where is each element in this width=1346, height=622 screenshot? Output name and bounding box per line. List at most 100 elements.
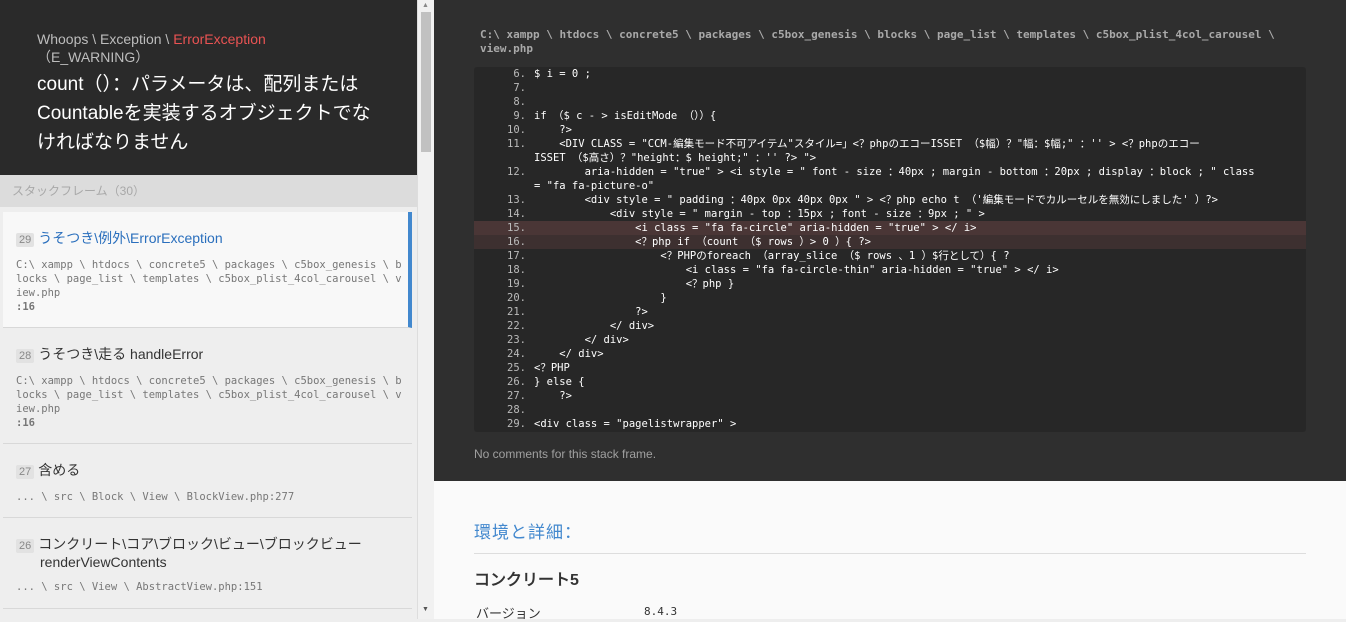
code-line: 20. } bbox=[474, 291, 1306, 305]
exception-message: count（）：パラメータは、配列またはCountableを実装するオブジェクト… bbox=[37, 74, 371, 153]
line-number: 9. bbox=[513, 110, 526, 122]
frame-index: 26 bbox=[16, 539, 35, 553]
line-source: <div style = " padding ：40px 0px 40px 0p… bbox=[534, 194, 1219, 206]
code-line: 22. </ div> bbox=[474, 319, 1306, 333]
frame-line: :16 bbox=[16, 417, 35, 429]
frame-file-path: C:\ xampp \ htdocs \ concrete5 \ package… bbox=[16, 375, 402, 415]
line-source: if （$ c - > isEditMode （））{ bbox=[534, 110, 717, 122]
line-source: <DIV CLASS = "CCM-編集モード不可アイテム"スタイル=」<？ph… bbox=[534, 138, 1200, 150]
stack-frame[interactable]: 26 コンクリート\コア\ブロック\ビュー\ブロックビュー renderViewC… bbox=[3, 518, 412, 609]
environment-title: 環境と詳細： bbox=[474, 523, 582, 542]
code-line: 8. bbox=[474, 95, 1306, 109]
line-source: ISSET （$高さ）？"height：$ height;" ：'' ?> "> bbox=[534, 152, 817, 164]
code-line: 10. ?> bbox=[474, 123, 1306, 137]
scroll-down-icon[interactable]: ▼ bbox=[422, 606, 429, 613]
exception-class-name: ErrorException bbox=[173, 31, 266, 47]
code-block: 6. $ i = 0 ; 7. 8. 9. if （$ c - > isEditMode … bbox=[474, 67, 1306, 432]
frame-class: うそつき\例外\ErrorException bbox=[38, 230, 223, 246]
code-line: 26.} else { bbox=[474, 375, 1306, 389]
code-line: 18. <i class = "fa fa-circle-thin" aria-… bbox=[474, 263, 1306, 277]
code-line: 19. <？php } bbox=[474, 277, 1306, 291]
stack-panel: Whoops \ Exception \ ErrorException （E_W… bbox=[0, 0, 417, 619]
code-line: 9. if （$ c - > isEditMode （））{ bbox=[474, 109, 1306, 123]
line-number: 12. bbox=[507, 166, 526, 178]
code-line: 6. $ i = 0 ; bbox=[474, 67, 1306, 81]
line-number: 28. bbox=[507, 404, 526, 416]
code-line: 11. <DIV CLASS = "CCM-編集モード不可アイテム"スタイル=」… bbox=[474, 137, 1306, 151]
stack-frame[interactable]: 27 含める ... \ src \ Block \ View \ BlockVi… bbox=[3, 444, 412, 518]
stack-frame[interactable]: 28 うそつき\走る handleError C:\ xampp \ htdocs… bbox=[3, 328, 412, 444]
line-number: 20. bbox=[507, 292, 526, 304]
line-number: 27. bbox=[507, 390, 526, 402]
line-number: 6. bbox=[513, 68, 526, 80]
code-line: 12. aria-hidden = "true" > <i style = " … bbox=[474, 165, 1306, 179]
line-source: <？PHPのforeach （array_slice （$ rows 、1 ）$… bbox=[534, 250, 1010, 262]
code-line: 17. <？PHPのforeach （array_slice （$ rows 、… bbox=[474, 249, 1306, 263]
line-source: } else { bbox=[534, 376, 585, 388]
line-source: </ div> bbox=[534, 348, 604, 360]
line-source: <？php } bbox=[534, 278, 735, 290]
version-label: バージョン bbox=[476, 606, 541, 621]
divider bbox=[474, 553, 1306, 554]
environment-section-title: コンクリート5 bbox=[474, 572, 579, 589]
exception-class: Whoops \ Exception \ ErrorException （E_W… bbox=[37, 30, 397, 66]
line-number: 11. bbox=[507, 138, 526, 150]
line-number: 25. bbox=[507, 362, 526, 374]
line-source: <i class = "fa fa-circle" aria-hidden = … bbox=[534, 222, 977, 234]
code-line: 23. </ div> bbox=[474, 333, 1306, 347]
code-line: 7. bbox=[474, 81, 1306, 95]
code-line: = "fa fa-picture-o" bbox=[474, 179, 1306, 193]
line-number: 14. bbox=[507, 208, 526, 220]
frame-class: コンクリート\コア\ブロック\ビュー\ブロックビュー bbox=[38, 536, 362, 552]
frame-title: 29 うそつき\例外\ErrorException bbox=[16, 228, 223, 248]
frame-file: C:\ xampp \ htdocs \ concrete5 \ package… bbox=[16, 374, 404, 430]
code-line: 25. <？PHP bbox=[474, 361, 1306, 375]
scrollbar-thumb[interactable] bbox=[421, 12, 431, 152]
frame-file: ... \ src \ View \ AbstractView.php:151 bbox=[16, 581, 263, 593]
scroll-up-icon[interactable]: ▲ bbox=[422, 2, 429, 9]
line-source: </ div> bbox=[534, 334, 629, 346]
code-line: 15. <i class = "fa fa-circle" aria-hidde… bbox=[474, 221, 1306, 235]
frame-comment: No comments for this stack frame. bbox=[474, 447, 657, 461]
frame-class: うそつき\走る handleError bbox=[38, 346, 204, 362]
line-source: ?> bbox=[534, 306, 648, 318]
line-source: </ div> bbox=[534, 320, 655, 332]
frame-file-path: C:\ xampp \ htdocs \ concrete5 \ package… bbox=[16, 259, 402, 299]
line-number: 22. bbox=[507, 320, 526, 332]
line-number: 29. bbox=[507, 418, 526, 430]
code-line: 24. </ div> bbox=[474, 347, 1306, 361]
frame-index: 27 bbox=[16, 465, 35, 479]
code-line: 14. <div style = " margin - top ：15px ; … bbox=[474, 207, 1306, 221]
line-number: 16. bbox=[507, 236, 526, 248]
environment-panel: 環境と詳細： コンクリート5 バージョン 8.4.3 bbox=[434, 481, 1346, 621]
line-source: } bbox=[534, 292, 667, 304]
line-source: <div style = " margin - top ：15px ; font… bbox=[534, 208, 985, 220]
line-source: ?> bbox=[534, 124, 572, 136]
frame-file: ... \ src \ Block \ View \ BlockView.php… bbox=[16, 491, 295, 503]
code-line: 28. bbox=[474, 403, 1306, 417]
line-number: 8. bbox=[513, 96, 526, 108]
frame-line: :16 bbox=[16, 301, 35, 313]
line-source: = "fa fa-picture-o" bbox=[534, 180, 655, 192]
code-line: ISSET （$高さ）？"height：$ height;" ：'' ?> "> bbox=[474, 151, 1306, 165]
line-number: 23. bbox=[507, 334, 526, 346]
frame-function: renderViewContents bbox=[40, 554, 167, 570]
line-source: <？php if （count （$ rows ）> 0 ）{ ?> bbox=[534, 236, 871, 248]
stack-frame[interactable]: 29 うそつき\例外\ErrorException C:\ xampp \ htd… bbox=[3, 212, 412, 328]
code-line: 16. <？php if （count （$ rows ）> 0 ）{ ?> bbox=[474, 235, 1306, 249]
line-number: 13. bbox=[507, 194, 526, 206]
line-source: <div class = "pagelistwrapper" > bbox=[534, 418, 737, 430]
line-source: <i class = "fa fa-circle-thin" aria-hidd… bbox=[534, 264, 1059, 276]
line-number: 24. bbox=[507, 348, 526, 360]
exception-type: （E_WARNING） bbox=[37, 49, 150, 65]
code-line: 21. ?> bbox=[474, 305, 1306, 319]
line-number: 17. bbox=[507, 250, 526, 262]
stack-scrollbar[interactable]: ▲ ▼ bbox=[417, 0, 434, 619]
code-file-path: C:\ xampp \ htdocs \ concrete5 \ package… bbox=[480, 28, 1275, 55]
frame-index: 28 bbox=[16, 349, 35, 363]
frame-title: 27 含める bbox=[16, 460, 80, 480]
line-source: aria-hidden = "true" > <i style = " font… bbox=[534, 166, 1255, 178]
frame-index: 29 bbox=[16, 233, 35, 247]
exception-header: Whoops \ Exception \ ErrorException （E_W… bbox=[0, 0, 417, 175]
line-source: <？PHP bbox=[534, 362, 570, 374]
